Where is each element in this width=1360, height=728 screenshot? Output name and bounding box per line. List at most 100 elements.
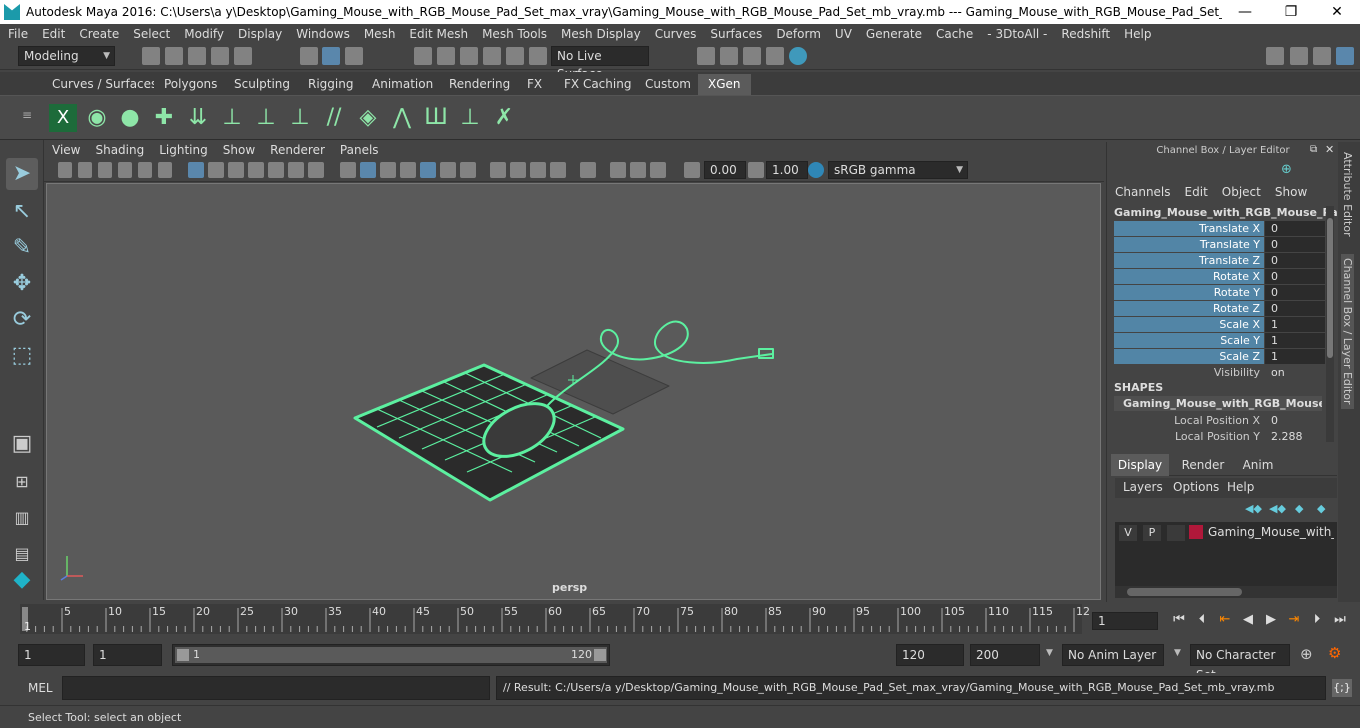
- menu-help[interactable]: Help: [1116, 27, 1157, 41]
- character-set-dropdown[interactable]: No Character Set: [1190, 644, 1290, 682]
- resolution-gate-icon[interactable]: [228, 162, 244, 178]
- single-view-layout-icon[interactable]: ▣: [6, 428, 38, 460]
- xgen-convert-icon[interactable]: ⋀: [388, 104, 416, 132]
- snap-curve-icon[interactable]: [437, 47, 455, 65]
- mel-label[interactable]: MEL: [28, 681, 53, 695]
- four-view-layout-icon[interactable]: ⊞: [6, 466, 38, 498]
- mode-dropdown[interactable]: Modeling ▼: [18, 46, 115, 66]
- step-back-key-icon[interactable]: ⇤: [1216, 612, 1234, 628]
- minimize-button[interactable]: —: [1222, 4, 1268, 20]
- two-view-layout-icon[interactable]: ▥: [6, 502, 38, 534]
- close-panel-icon[interactable]: ✕: [1325, 143, 1334, 156]
- cb-menu-object[interactable]: Object: [1222, 185, 1261, 199]
- shelf-tab-animation[interactable]: Animation: [362, 74, 444, 95]
- cb-menu-channels[interactable]: Channels: [1115, 185, 1171, 199]
- xgen-create-description-icon[interactable]: ●: [116, 104, 144, 132]
- menu-edit-mesh[interactable]: Edit Mesh: [401, 27, 474, 41]
- new-scene-icon[interactable]: [142, 47, 160, 65]
- channel-translate-y[interactable]: Translate Y0: [1114, 237, 1325, 253]
- layer-tab-anim[interactable]: Anim: [1233, 454, 1283, 476]
- shelf-tab-rendering[interactable]: Rendering: [439, 74, 521, 95]
- animation-start-field[interactable]: 1: [18, 644, 85, 666]
- layer-tab-display[interactable]: Display: [1111, 454, 1169, 476]
- wireframe-icon[interactable]: [340, 162, 356, 178]
- xray-icon[interactable]: [420, 162, 436, 178]
- render-frame-icon[interactable]: [720, 47, 738, 65]
- go-to-start-icon[interactable]: ⏮: [1170, 612, 1188, 628]
- shelf-tab-fx-caching[interactable]: FX Caching: [554, 74, 642, 95]
- layer-tab-render[interactable]: Render: [1175, 454, 1231, 476]
- channel-local-position-x[interactable]: Local Position X 0: [1114, 413, 1324, 429]
- channel-scale-z[interactable]: Scale Z1: [1114, 349, 1325, 365]
- channel-rotate-y[interactable]: Rotate Y0: [1114, 285, 1325, 301]
- select-object-icon[interactable]: [322, 47, 340, 65]
- menu-cache[interactable]: Cache: [928, 27, 979, 41]
- xgen-bend-guide-icon[interactable]: //: [320, 104, 348, 132]
- xgen-add-guides-icon[interactable]: ✚: [150, 104, 178, 132]
- channel-value[interactable]: 0: [1265, 413, 1325, 428]
- shadows-icon[interactable]: [460, 162, 476, 178]
- motion-blur-icon[interactable]: [510, 162, 526, 178]
- channel-translate-z[interactable]: Translate Z0: [1114, 253, 1325, 269]
- channel-value[interactable]: 0: [1265, 237, 1325, 252]
- color-management-icon[interactable]: [808, 162, 824, 178]
- wireframe-on-shaded-icon[interactable]: [380, 162, 396, 178]
- save-scene-icon[interactable]: [188, 47, 206, 65]
- redo-icon[interactable]: [234, 47, 252, 65]
- anti-aliasing-icon[interactable]: [530, 162, 546, 178]
- shelf-tab-xgen[interactable]: XGen: [698, 74, 751, 95]
- snap-surface-icon[interactable]: [506, 47, 524, 65]
- exposure-icon[interactable]: [684, 162, 700, 178]
- snap-point-icon[interactable]: [460, 47, 478, 65]
- smooth-shade-icon[interactable]: [360, 162, 376, 178]
- depth-of-field-icon[interactable]: [550, 162, 566, 178]
- menu-uv[interactable]: UV: [827, 27, 858, 41]
- play-forwards-icon[interactable]: ▶: [1262, 612, 1280, 628]
- channel-scale-y[interactable]: Scale Y1: [1114, 333, 1325, 349]
- snap-grid-icon[interactable]: [414, 47, 432, 65]
- time-slider[interactable]: 5 10 15 20 25 30 35 40 45 50 55 60 65 70 75 80 85 90 95 100…: [0, 602, 1360, 638]
- textured-icon[interactable]: [400, 162, 416, 178]
- auto-key-icon[interactable]: ⊕: [1300, 645, 1320, 665]
- undo-icon[interactable]: [211, 47, 229, 65]
- ipr-render-icon[interactable]: [743, 47, 761, 65]
- range-start-handle[interactable]: [177, 649, 189, 661]
- panel-menu-renderer[interactable]: Renderer: [262, 143, 332, 157]
- range-slider-fill[interactable]: [175, 647, 607, 663]
- panel-menu-show[interactable]: Show: [215, 143, 262, 157]
- use-all-lights-icon[interactable]: [440, 162, 456, 178]
- anim-layer-dropdown[interactable]: No Anim Layer: [1062, 644, 1164, 666]
- channel-box-options-icon[interactable]: ⊕: [1281, 162, 1292, 177]
- channel-value[interactable]: 0: [1265, 253, 1325, 268]
- step-back-frame-icon[interactable]: ⏴: [1193, 612, 1211, 628]
- safe-action-icon[interactable]: [288, 162, 304, 178]
- current-frame-field[interactable]: 1: [1092, 612, 1158, 630]
- xgen-lock-guide-icon[interactable]: ⊥: [286, 104, 314, 132]
- menu-mesh-display[interactable]: Mesh Display: [553, 27, 647, 41]
- new-layer-icon[interactable]: ◆: [1295, 502, 1303, 515]
- channel-value[interactable]: 0: [1265, 221, 1325, 236]
- shelf-tab-polygons[interactable]: Polygons: [154, 74, 228, 95]
- layer-move-up-icon[interactable]: ◀◆: [1245, 502, 1262, 515]
- menu-display[interactable]: Display: [230, 27, 288, 41]
- layer-name[interactable]: Gaming_Mouse_with_RG: [1208, 525, 1334, 539]
- menu-mesh-tools[interactable]: Mesh Tools: [474, 27, 553, 41]
- channel-box-scrollbar[interactable]: [1326, 206, 1334, 442]
- channel-value[interactable]: 2.288: [1265, 429, 1325, 444]
- menu-generate[interactable]: Generate: [858, 27, 928, 41]
- layer-menu-help[interactable]: Help: [1227, 480, 1254, 494]
- range-slider[interactable]: 1 120: [172, 644, 610, 666]
- rotate-tool-icon[interactable]: ⟳: [6, 304, 38, 336]
- xgen-preview-icon[interactable]: ◉: [83, 104, 111, 132]
- shelf-tab-sculpting[interactable]: Sculpting: [224, 74, 301, 95]
- viewport-persp[interactable]: persp: [46, 183, 1101, 600]
- cb-menu-show[interactable]: Show: [1275, 185, 1307, 199]
- hypershade-icon[interactable]: [789, 47, 807, 65]
- film-gate-icon[interactable]: [208, 162, 224, 178]
- screen-space-ao-icon[interactable]: [490, 162, 506, 178]
- menu-deform[interactable]: Deform: [768, 27, 827, 41]
- channel-value[interactable]: on: [1265, 365, 1325, 380]
- grease-pencil-icon[interactable]: [158, 162, 172, 178]
- shelf-menu-icon[interactable]: ≡: [22, 108, 32, 122]
- field-chart-icon[interactable]: [268, 162, 284, 178]
